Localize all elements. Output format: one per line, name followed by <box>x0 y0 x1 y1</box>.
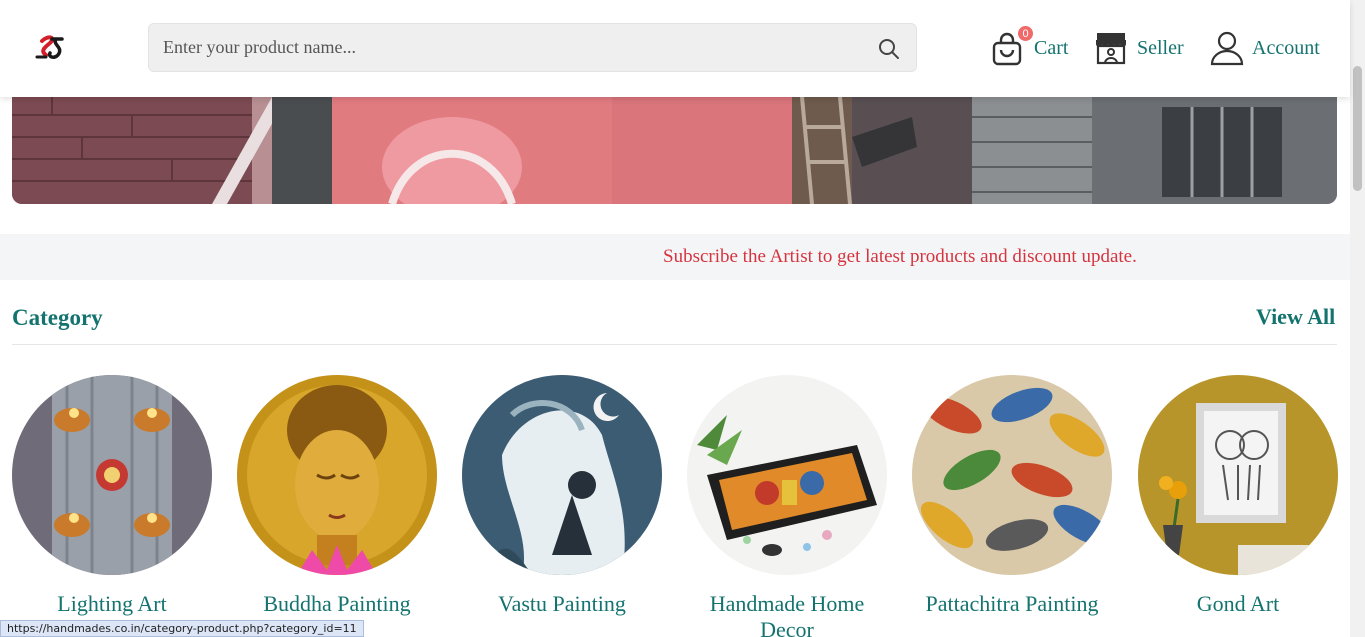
account-button[interactable]: Account <box>1210 28 1320 68</box>
account-label: Account <box>1252 36 1320 59</box>
scrollbar-thumb[interactable] <box>1353 66 1362 191</box>
category-divider <box>12 344 1337 345</box>
seller-label: Seller <box>1137 36 1184 59</box>
category-label: Gond Art <box>1196 591 1280 616</box>
subscribe-message[interactable]: Subscribe the Artist to get latest produ… <box>663 246 1137 268</box>
search-input[interactable] <box>163 24 853 71</box>
store-icon <box>1096 33 1126 65</box>
site-header: 0 Cart Seller Account <box>0 0 1350 97</box>
search-icon[interactable] <box>877 37 901 61</box>
category-card-handmade-home-decor[interactable]: Handmade Home Decor <box>687 375 887 637</box>
category-label: Pattachitra Painting <box>925 591 1099 616</box>
category-card-lighting-art[interactable]: Lighting Art <box>12 375 212 617</box>
cart-button[interactable]: 0 Cart <box>990 26 1069 68</box>
cart-label: Cart <box>1034 36 1069 59</box>
handmade-home-decor-image <box>687 375 887 575</box>
hero-banner-image <box>12 97 1337 204</box>
user-icon <box>1210 31 1244 66</box>
category-heading: Category <box>12 305 103 330</box>
vastu-painting-image <box>462 375 662 575</box>
logo[interactable] <box>34 33 70 63</box>
gond-art-image <box>1138 375 1338 575</box>
pattachitra-painting-image <box>912 375 1112 575</box>
category-card-vastu-painting[interactable]: Vastu Painting <box>462 375 662 617</box>
status-bar-url: https://handmades.co.in/category-product… <box>0 620 364 637</box>
category-label: Lighting Art <box>57 591 167 616</box>
category-card-buddha-painting[interactable]: Buddha Painting <box>237 375 437 617</box>
category-label: Vastu Painting <box>498 591 626 616</box>
page-scrollbar[interactable] <box>1350 0 1365 637</box>
category-card-pattachitra-painting[interactable]: Pattachitra Painting <box>912 375 1112 617</box>
lighting-art-image <box>12 375 212 575</box>
view-all-link[interactable]: View All <box>1256 304 1335 330</box>
search-bar <box>148 23 917 72</box>
subscribe-banner: Subscribe the Artist to get latest produ… <box>0 234 1350 280</box>
category-card-gond-art[interactable]: Gond Art <box>1138 375 1338 617</box>
category-label: Handmade Home Decor <box>709 591 865 637</box>
category-label: Buddha Painting <box>263 591 411 616</box>
buddha-painting-image <box>237 375 437 575</box>
cart-icon-wrap: 0 <box>990 26 1033 66</box>
cart-count-badge: 0 <box>1018 26 1033 41</box>
seller-button[interactable]: Seller <box>1093 28 1184 68</box>
